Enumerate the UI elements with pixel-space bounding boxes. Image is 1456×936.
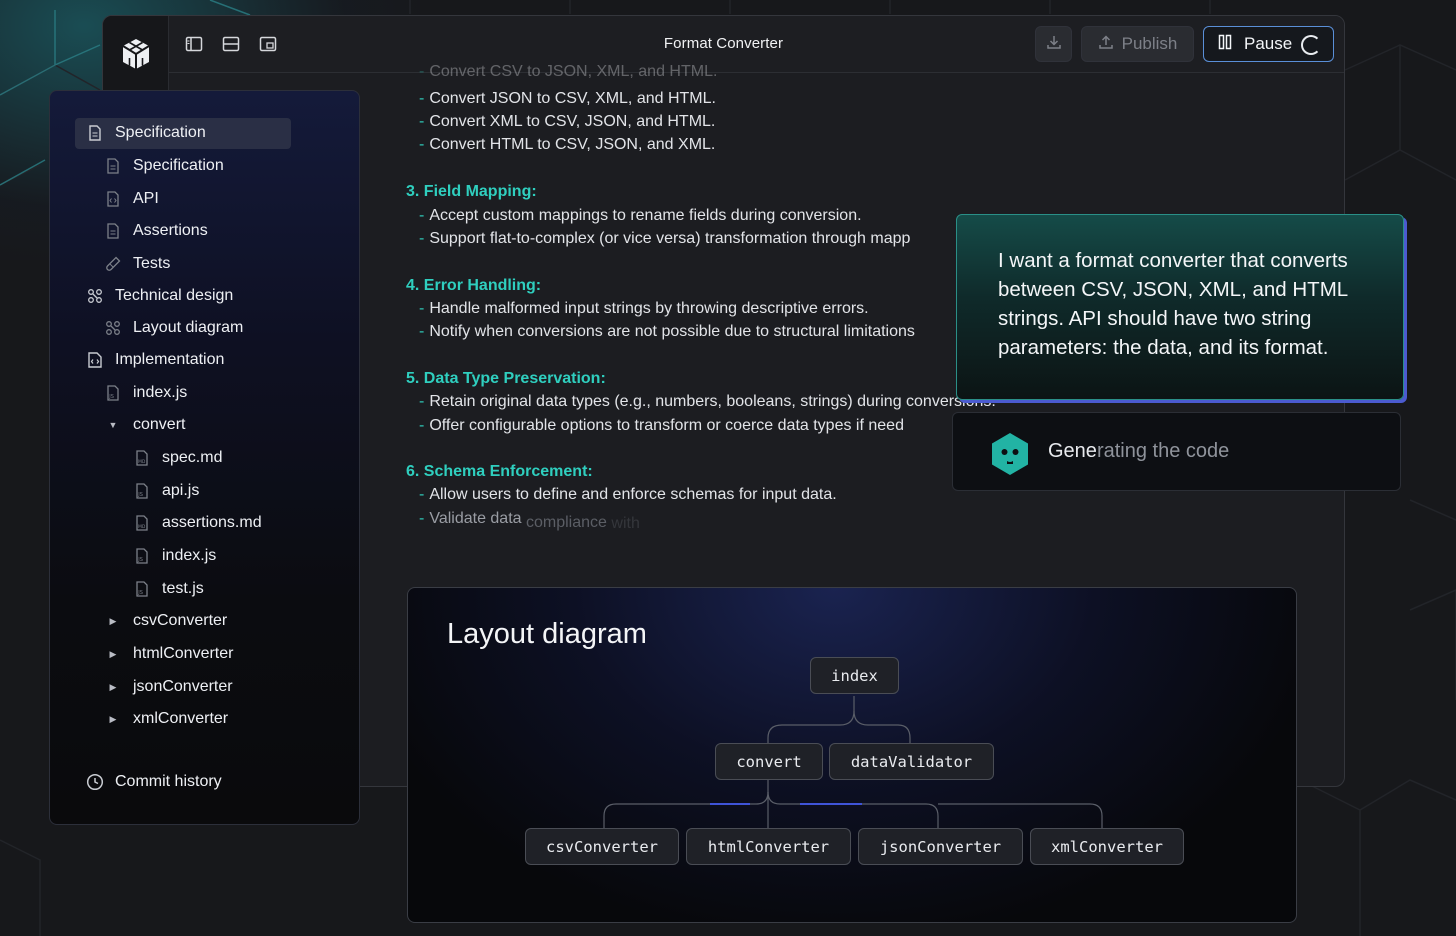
caret-right-icon: ▶ [109, 681, 117, 692]
commit-history-link[interactable]: Commit history [86, 768, 222, 796]
sidebar-item-specification-doc[interactable]: Specification [104, 152, 224, 180]
doc-line: - Support flat-to-complex (or vice versa)… [419, 230, 911, 247]
svg-text:MD: MD [138, 459, 146, 465]
doc-heading: 4. Error Handling: [406, 277, 542, 294]
diagram-node-jsonconverter[interactable]: jsonConverter [858, 828, 1023, 865]
svg-text:JS: JS [137, 492, 143, 498]
generating-status-text: Generating the code [1048, 440, 1230, 462]
diagram-icon [104, 319, 122, 337]
sidebar-item-layout-diagram[interactable]: Layout diagram [104, 314, 243, 342]
document-icon [104, 222, 122, 240]
caret-right-icon: ▶ [109, 713, 117, 724]
svg-text:JS: JS [137, 590, 143, 596]
doc-line: - Allow users to define and enforce schem… [419, 486, 837, 503]
sidebar-folder-xmlconverter[interactable]: ▶ xmlConverter [104, 705, 229, 733]
doc-line: - Accept custom mappings to rename fields… [419, 207, 862, 224]
layout-toggle-group [185, 36, 279, 52]
diagram-node-csvconverter[interactable]: csvConverter [525, 828, 679, 865]
generating-status: Generating the code [952, 412, 1401, 491]
loading-spinner-icon [1301, 35, 1321, 55]
pause-button[interactable]: Pause [1203, 26, 1334, 62]
doc-line: - Convert HTML to CSV, JSON, and XML. [419, 136, 716, 153]
assistant-avatar-icon [992, 433, 1028, 475]
document-icon [86, 124, 104, 142]
doc-line: - Convert JSON to CSV, XML, and HTML. [419, 90, 716, 107]
user-prompt-bubble: I want a format converter that converts … [956, 214, 1404, 400]
download-button[interactable] [1035, 26, 1072, 62]
sidebar-item-api-js[interactable]: JS api.js [133, 477, 199, 505]
md-file-icon: MD [133, 449, 151, 467]
sidebar-item-index-js[interactable]: JS index.js [104, 379, 187, 407]
split-layout-icon[interactable] [222, 36, 242, 52]
js-file-icon: JS [104, 384, 122, 402]
diagram-node-datavalidator[interactable]: dataValidator [829, 743, 994, 780]
layout-diagram-panel: Layout diagram index convert dataValidat… [407, 587, 1297, 923]
doc-line: - Convert CSV to JSON, XML, and HTML. [419, 63, 718, 80]
doc-heading: 6. Schema Enforcement: [406, 463, 593, 480]
cube-logo-icon [121, 38, 150, 69]
js-file-icon: JS [133, 580, 151, 598]
download-icon [1046, 34, 1062, 55]
doc-line: - Retain original data types (e.g., numbe… [419, 393, 996, 410]
svg-text:JS: JS [137, 557, 143, 563]
diagram-node-xmlconverter[interactable]: xmlConverter [1030, 828, 1184, 865]
upload-icon [1098, 34, 1114, 55]
js-file-icon: JS [133, 547, 151, 565]
diagram-icon [86, 287, 104, 305]
title-bar: Format Converter Publish Pause [103, 16, 1344, 73]
js-file-icon: JS [133, 482, 151, 500]
sidebar-item-technical-design[interactable]: Technical design [86, 282, 233, 310]
code-file-icon [86, 351, 104, 369]
sidebar-item-assertions[interactable]: Assertions [104, 217, 208, 245]
publish-button[interactable]: Publish [1081, 26, 1194, 62]
sidebar-item-assertions-md[interactable]: MD assertions.md [133, 509, 262, 537]
doc-line: - Convert XML to CSV, JSON, and HTML. [419, 113, 716, 130]
sidebar-item-api[interactable]: API [104, 185, 159, 213]
sidebar-item-implementation[interactable]: Implementation [86, 346, 224, 374]
pause-label: Pause [1244, 34, 1293, 53]
svg-text:JS: JS [108, 394, 114, 400]
flask-icon [104, 255, 122, 273]
diagram-node-convert[interactable]: convert [715, 743, 823, 780]
sidebar-layout-icon[interactable] [185, 36, 205, 52]
sidebar-item-convert-index-js[interactable]: JS index.js [133, 542, 216, 570]
md-file-icon: MD [133, 514, 151, 532]
sidebar-folder-csvconverter[interactable]: ▶ csvConverter [104, 607, 228, 635]
document-icon [104, 157, 122, 175]
caret-right-icon: ▶ [109, 615, 117, 626]
diagram-node-index[interactable]: index [810, 657, 899, 694]
app-logo [103, 16, 169, 91]
sidebar-folder-jsonconverter[interactable]: ▶ jsonConverter [104, 673, 233, 701]
svg-text:MD: MD [138, 524, 146, 530]
doc-line: - Offer configurable options to transform… [419, 417, 904, 434]
user-prompt-text: I want a format converter that converts … [998, 249, 1348, 359]
sidebar-item-tests[interactable]: Tests [104, 250, 170, 278]
doc-line: - Handle malformed input strings by throw… [419, 300, 869, 317]
panel-layout-icon[interactable] [259, 36, 279, 52]
pause-icon [1218, 34, 1232, 55]
sidebar-item-spec-md[interactable]: MD spec.md [133, 444, 222, 472]
doc-heading: 3. Field Mapping: [406, 183, 537, 200]
caret-right-icon: ▶ [109, 648, 117, 659]
file-tree-sidebar: Specification Specification API Assertio… [49, 90, 360, 825]
code-file-icon [104, 190, 122, 208]
doc-heading: 5. Data Type Preservation: [406, 370, 606, 387]
sidebar-item-test-js[interactable]: JS test.js [133, 575, 204, 603]
sidebar-folder-convert[interactable]: ▼ convert [104, 411, 186, 439]
sidebar-folder-htmlconverter[interactable]: ▶ htmlConverter [104, 640, 234, 668]
caret-down-icon: ▼ [108, 420, 118, 430]
sidebar-item-specification[interactable]: Specification [86, 119, 206, 147]
publish-label: Publish [1121, 34, 1178, 53]
doc-line-streaming: - Validate data compliance with [419, 510, 640, 532]
clock-icon [86, 773, 104, 791]
diagram-node-htmlconverter[interactable]: htmlConverter [686, 828, 851, 865]
doc-line: - Notify when conversions are not possibl… [419, 323, 915, 340]
